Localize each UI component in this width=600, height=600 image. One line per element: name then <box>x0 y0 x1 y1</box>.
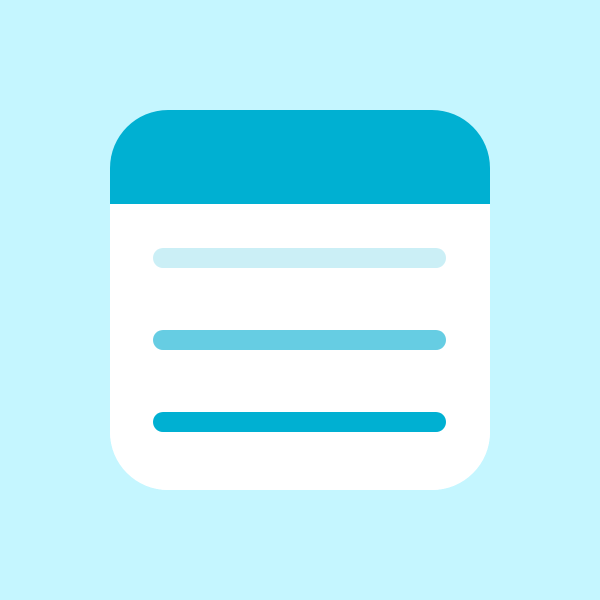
card-header <box>110 110 490 204</box>
card-body <box>110 204 490 490</box>
notes-list-icon <box>110 110 490 490</box>
app-icon-canvas <box>0 0 600 600</box>
list-line-medium <box>153 330 446 350</box>
list-line-dark <box>153 412 446 432</box>
list-line-light <box>153 248 446 268</box>
